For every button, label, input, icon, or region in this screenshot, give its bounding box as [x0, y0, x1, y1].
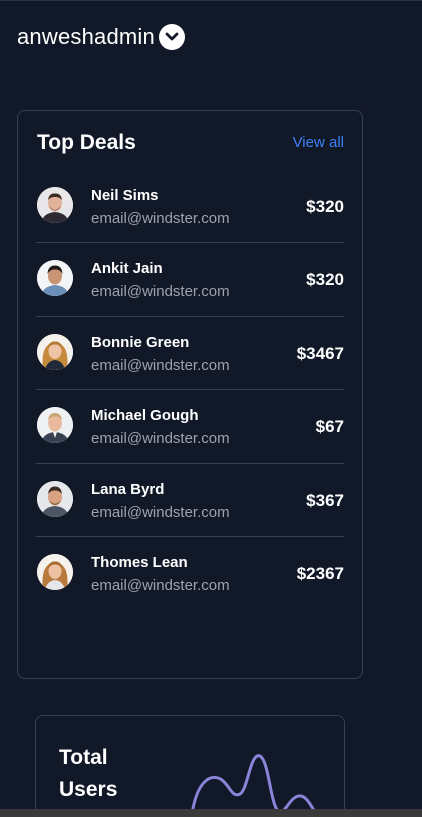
card-title: Top Deals: [37, 131, 136, 154]
horizontal-scrollbar[interactable]: [0, 809, 422, 817]
top-deals-card: Top Deals View all Neil Sims email@winds…: [17, 110, 363, 679]
deal-name: Ankit Jain: [91, 260, 163, 278]
deal-email: email@windster.com: [91, 210, 230, 227]
top-divider: [0, 0, 422, 1]
avatar: [37, 333, 73, 370]
deal-amount: $2367: [296, 563, 344, 583]
deal-email: email@windster.com: [91, 356, 230, 374]
card-title: Total Users: [59, 746, 118, 801]
avatar: [37, 407, 73, 444]
deal-amount: $320: [306, 270, 344, 290]
user-menu[interactable]: anweshadmin: [17, 24, 185, 50]
deal-amount: $3467: [296, 343, 344, 363]
deal-amount: $320: [306, 197, 344, 216]
deal-list: Neil Sims email@windster.com $320 Ankit …: [36, 170, 344, 610]
deal-amount: $67: [315, 417, 344, 437]
deal-email: email@windster.com: [91, 503, 230, 521]
deal-email: email@windster.com: [91, 283, 230, 301]
deal-row[interactable]: Michael Gough email@windster.com $67: [36, 390, 344, 464]
deal-row[interactable]: Ankit Jain email@windster.com $320: [36, 243, 344, 317]
deal-row[interactable]: Neil Sims email@windster.com $320: [36, 170, 344, 244]
deal-name: Thomes Lean: [91, 553, 188, 571]
dashboard-page: anweshadmin Top Deals View all Neil Sims…: [0, 0, 422, 817]
deal-name: Neil Sims: [91, 187, 159, 204]
users-sparkline: [190, 754, 321, 816]
deal-row[interactable]: Thomes Lean email@windster.com $2367: [36, 537, 344, 610]
avatar: [37, 260, 73, 297]
deal-email: email@windster.com: [91, 576, 230, 594]
username-label: anweshadmin: [17, 24, 155, 49]
deal-row[interactable]: Lana Byrd email@windster.com $367: [36, 464, 344, 537]
avatar: [37, 480, 73, 517]
chevron-down-icon[interactable]: [158, 24, 185, 50]
deal-email: email@windster.com: [91, 430, 230, 448]
deal-amount: $367: [306, 490, 344, 510]
total-users-card: Total Users: [35, 715, 345, 817]
deal-name: Michael Gough: [91, 407, 199, 425]
avatar: [37, 187, 73, 223]
deal-row[interactable]: Bonnie Green email@windster.com $3467: [36, 317, 344, 391]
view-all-link[interactable]: View all: [293, 134, 344, 151]
avatar: [37, 553, 73, 590]
deal-name: Lana Byrd: [91, 480, 165, 498]
deal-name: Bonnie Green: [91, 333, 190, 351]
